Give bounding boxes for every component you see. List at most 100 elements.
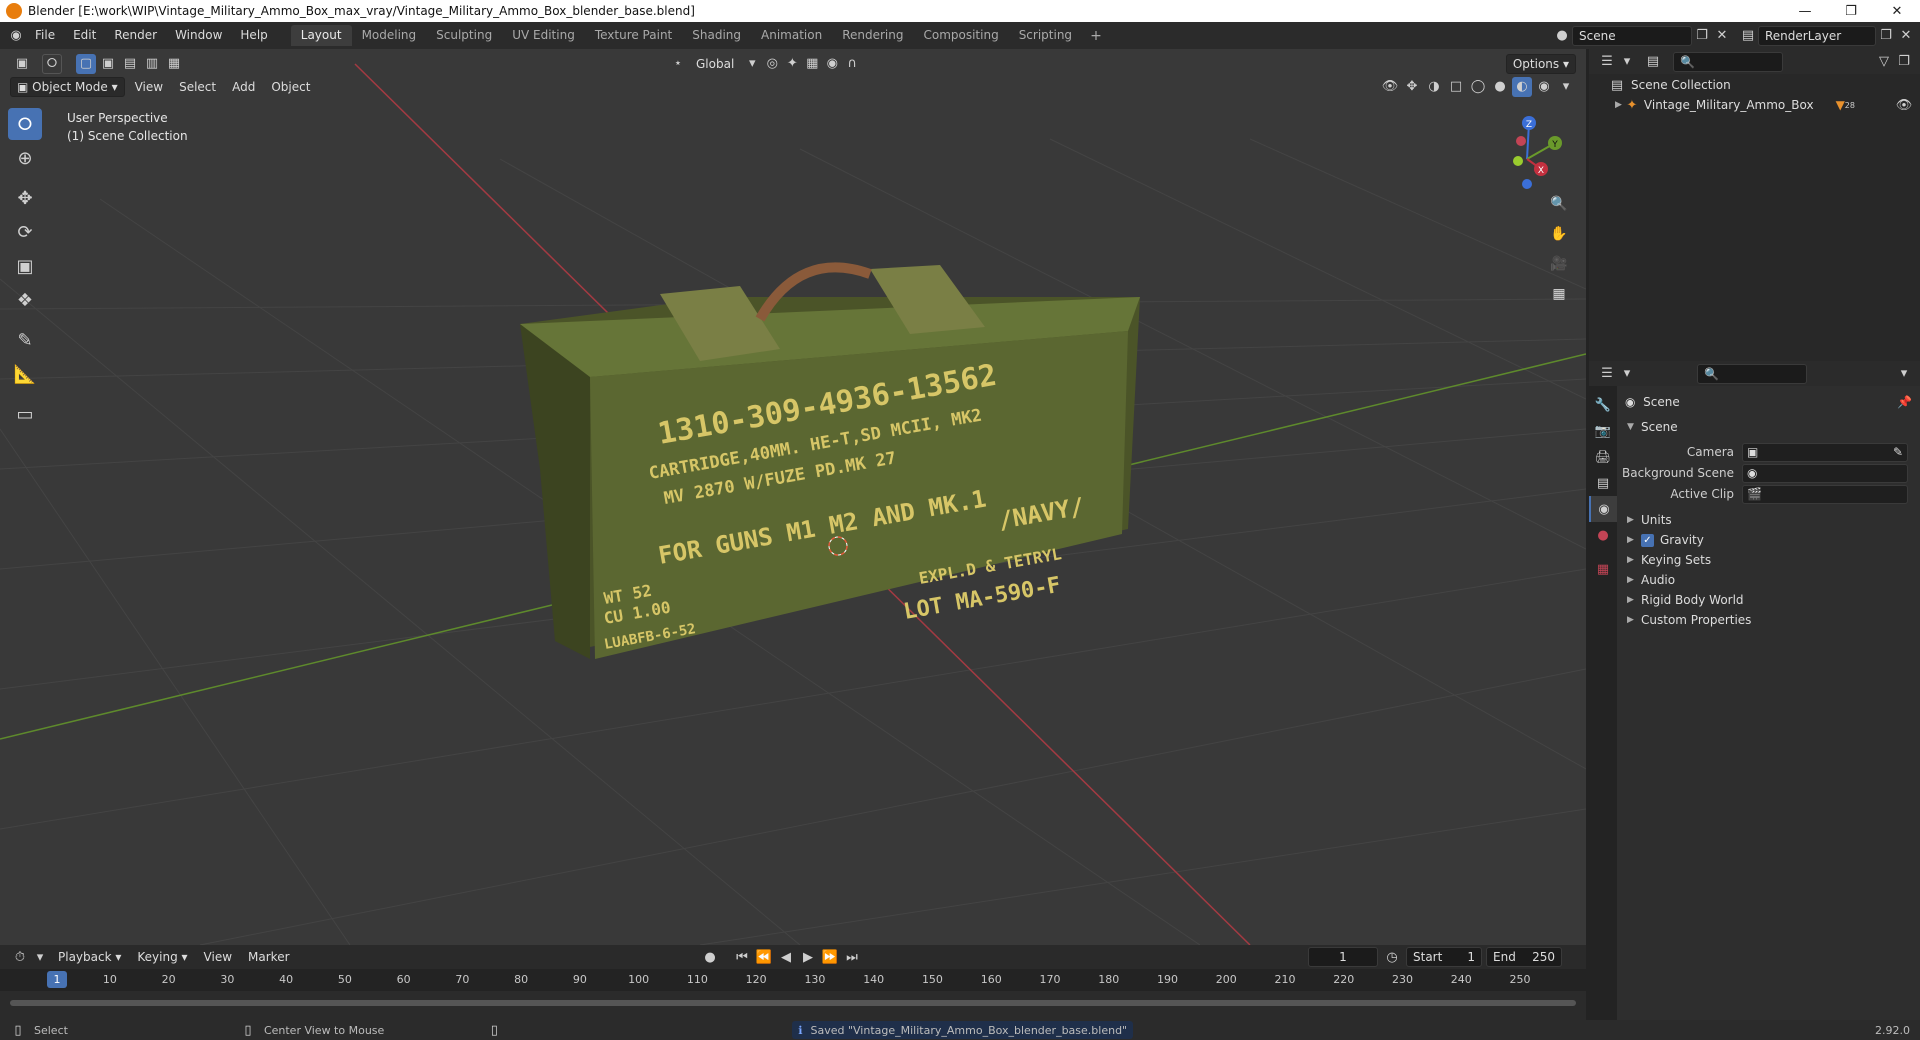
record-icon[interactable]: ● <box>700 947 720 967</box>
output-tab-icon[interactable]: 🖨 <box>1589 444 1617 470</box>
next-keyframe-icon[interactable]: ⏩ <box>820 947 840 967</box>
shading-solid-icon[interactable]: ● <box>1490 77 1510 97</box>
menu-add[interactable]: Add <box>224 80 263 94</box>
eyedropper-icon[interactable]: ✎ <box>1893 445 1903 459</box>
pivot-icon[interactable]: ◎ <box>762 54 782 74</box>
menu-edit[interactable]: Edit <box>64 22 105 49</box>
tab-animation[interactable]: Animation <box>751 25 832 46</box>
xray-icon[interactable]: □ <box>1446 77 1466 97</box>
outliner-row-ammo-box[interactable]: ▶ ✦ Vintage_Military_Ammo_Box ▼ 28 👁 <box>1589 95 1920 115</box>
snap-target-icon[interactable]: ▦ <box>802 54 822 74</box>
new-scene-icon[interactable]: ❐ <box>1692 26 1712 46</box>
gravity-checkbox[interactable]: ✓ <box>1641 533 1654 547</box>
play-reverse-icon[interactable]: ◀ <box>776 947 796 967</box>
world-tab-icon[interactable]: ● <box>1589 522 1617 548</box>
editor-type-icon[interactable]: ▣ <box>12 54 32 74</box>
cursor-tool-icon[interactable]: ⊕ <box>8 142 42 174</box>
menu-file[interactable]: File <box>26 22 64 49</box>
chevron-down-icon[interactable]: ▾ <box>1894 364 1914 384</box>
display-mode-icon[interactable]: ▤ <box>1643 52 1663 72</box>
shading-wireframe-icon[interactable]: ◯ <box>1468 77 1488 97</box>
tab-rendering[interactable]: Rendering <box>832 25 913 46</box>
tab-compositing[interactable]: Compositing <box>913 25 1008 46</box>
scale-tool-icon[interactable]: ▣ <box>8 250 42 282</box>
ortho-grid-icon[interactable]: ▦ <box>1546 281 1572 307</box>
remove-scene-icon[interactable]: ✕ <box>1712 26 1732 46</box>
timeline-editor-icon[interactable]: ⏱ <box>10 947 30 967</box>
tab-shading[interactable]: Shading <box>682 25 751 46</box>
menu-playback[interactable]: Playback ▾ <box>50 950 129 964</box>
pin-icon[interactable]: 📌 <box>1897 395 1912 409</box>
current-frame-field[interactable]: 1 <box>1308 947 1378 967</box>
mode-difference-icon[interactable]: ▥ <box>142 54 162 74</box>
tab-sculpting[interactable]: Sculpting <box>426 25 502 46</box>
panel-custom-properties[interactable]: ▶ Custom Properties <box>1617 608 1920 632</box>
camera-field[interactable]: ▣ ✎ <box>1742 442 1908 462</box>
menu-window[interactable]: Window <box>166 22 231 49</box>
menu-object[interactable]: Object <box>263 80 318 94</box>
start-frame-field[interactable]: Start 1 <box>1406 947 1482 967</box>
jump-end-icon[interactable]: ⏭ <box>842 947 862 967</box>
tool-tab-icon[interactable]: 🔧 <box>1589 392 1617 418</box>
menu-view[interactable]: View <box>127 80 171 94</box>
chevron-down-icon[interactable]: ▾ <box>1617 364 1637 384</box>
timeline-scrollbar[interactable] <box>10 1000 1576 1006</box>
filter-icon[interactable]: ▽ <box>1874 52 1894 72</box>
chevron-down-icon[interactable]: ▾ <box>1617 52 1637 72</box>
blender-menu-icon[interactable]: ◉ <box>6 26 26 46</box>
menu-marker[interactable]: Marker <box>240 950 297 964</box>
scene-field[interactable]: Scene <box>1572 25 1692 46</box>
texture-tab-icon[interactable]: ▦ <box>1589 556 1617 582</box>
camera-view-icon[interactable]: 🎥 <box>1546 251 1572 277</box>
remove-view-layer-icon[interactable]: ✕ <box>1896 26 1916 46</box>
axis-gizmo-icon[interactable]: Z Y X <box>1485 111 1570 201</box>
scene-tab-icon[interactable]: ◉ <box>1589 496 1617 522</box>
menu-timeline-view[interactable]: View <box>196 950 240 964</box>
add-workspace-icon[interactable]: + <box>1082 28 1110 44</box>
gizmo-toggle-icon[interactable]: ✥ <box>1402 77 1422 97</box>
view-layer-field[interactable]: RenderLayer <box>1758 25 1876 46</box>
shading-material-icon[interactable]: ◐ <box>1512 76 1532 97</box>
snap-icon[interactable]: ✦ <box>782 54 802 74</box>
ammo-box-model[interactable]: 1310-309-4936-13562 CARTRIDGE,40MM. HE-T… <box>520 262 1140 659</box>
restore-button[interactable]: ❐ <box>1828 4 1874 19</box>
jump-start-icon[interactable]: ⏮ <box>732 947 752 967</box>
overlay-toggle-icon[interactable]: ◑ <box>1424 77 1444 97</box>
new-view-layer-icon[interactable]: ❐ <box>1876 26 1896 46</box>
active-clip-field[interactable]: 🎬 <box>1742 484 1908 504</box>
render-tab-icon[interactable]: 📷 <box>1589 418 1617 444</box>
eye-visibility-icon[interactable]: 👁 <box>1894 95 1914 115</box>
background-scene-field[interactable]: ◉ <box>1742 463 1908 483</box>
clock-icon[interactable]: ◷ <box>1382 947 1402 967</box>
properties-editor-icon[interactable]: ☰ <box>1597 364 1617 384</box>
menu-keying[interactable]: Keying ▾ <box>129 950 195 964</box>
orientation-icon[interactable]: ⋆ <box>668 54 688 74</box>
annotate-tool-icon[interactable]: ✎ <box>8 324 42 356</box>
mode-dropdown[interactable]: ▣ Object Mode ▾ <box>10 76 125 97</box>
end-frame-field[interactable]: End 250 <box>1486 947 1562 967</box>
mode-intersect-icon[interactable]: ▦ <box>164 54 184 74</box>
move-tool-icon[interactable]: ✥ <box>8 182 42 214</box>
tab-modeling[interactable]: Modeling <box>352 25 427 46</box>
expand-arrow-icon[interactable]: ▶ <box>1615 100 1622 110</box>
tab-scripting[interactable]: Scripting <box>1009 25 1082 46</box>
shading-options-icon[interactable]: ▾ <box>1556 77 1576 97</box>
add-cube-tool-icon[interactable]: ▭ <box>8 398 42 430</box>
shading-rendered-icon[interactable]: ◉ <box>1534 77 1554 97</box>
measure-tool-icon[interactable]: 📐 <box>8 358 42 390</box>
mesh-data-icon[interactable]: ▼ <box>1836 98 1845 112</box>
mode-extend-icon[interactable]: ▣ <box>98 54 118 74</box>
mode-new-icon[interactable]: ▢ <box>76 53 96 74</box>
outliner-search-input[interactable]: 🔍 <box>1673 51 1783 72</box>
3d-viewport[interactable]: 1310-309-4936-13562 CARTRIDGE,40MM. HE-T… <box>0 49 1586 945</box>
view-layer-tab-icon[interactable]: ▤ <box>1589 470 1617 496</box>
visibility-icon[interactable]: 👁 <box>1380 77 1400 97</box>
transform-tool-icon[interactable]: ❖ <box>8 284 42 316</box>
outliner-row-scene-collection[interactable]: ▤ Scene Collection <box>1589 75 1920 95</box>
menu-select[interactable]: Select <box>171 80 224 94</box>
proportional-edit-icon[interactable]: ◉ <box>822 54 842 74</box>
panel-scene-header[interactable]: ▼ Scene <box>1617 415 1920 439</box>
select-box-tool-icon[interactable]: ⭘ <box>8 108 42 140</box>
view-layer-icon[interactable]: ▤ <box>1738 26 1758 46</box>
play-icon[interactable]: ▶ <box>798 947 818 967</box>
